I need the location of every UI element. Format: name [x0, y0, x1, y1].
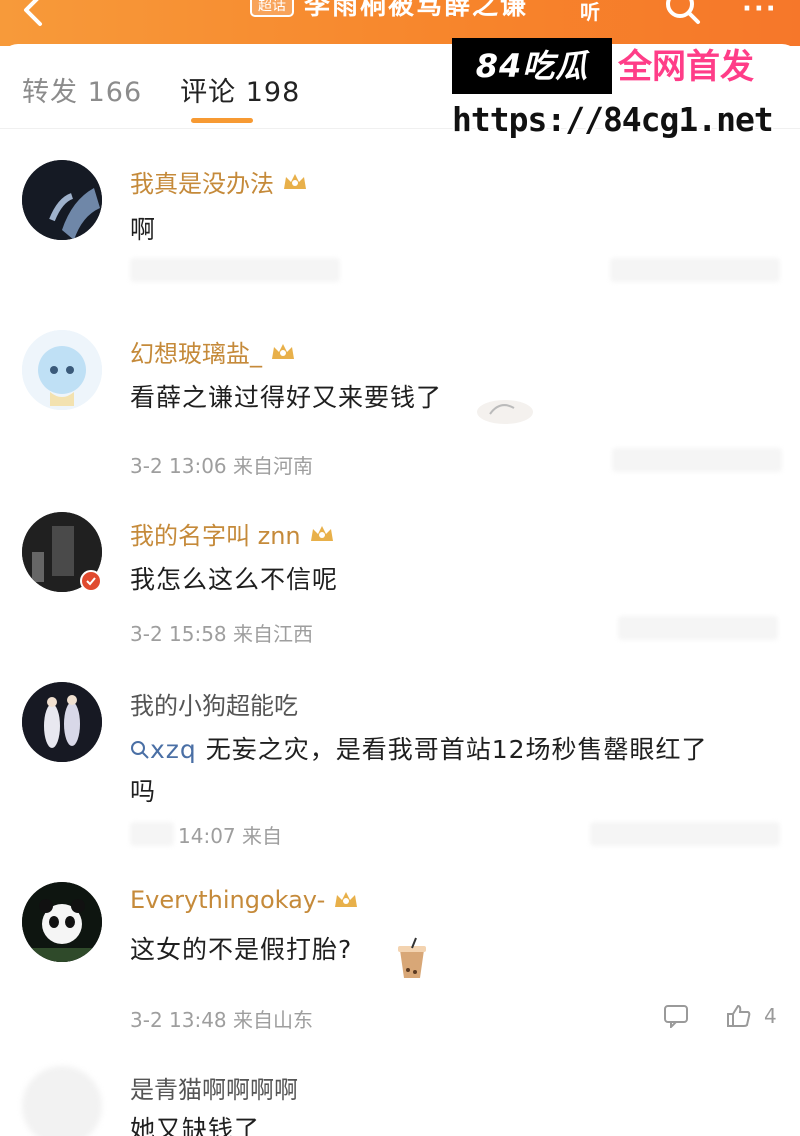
username-text: 我的小狗超能吃	[130, 692, 298, 720]
comment-meta-blurred	[130, 822, 174, 846]
watermark-url: https://84cg1.net	[452, 100, 774, 139]
verified-badge-icon	[80, 570, 102, 592]
search-link[interactable]: xzq	[130, 735, 197, 764]
comment-text: xzq 无妄之灾，是看我哥首站12场秒售罄眼红了	[130, 730, 708, 766]
nav-title[interactable]: 李雨桐被骂薛之谦	[304, 0, 528, 19]
watermark-brand: 84吃瓜	[452, 38, 612, 94]
comment-item: Everythingokay- 这女的不是假打胎? 3-2 13:48 来自山东…	[0, 872, 800, 1042]
tab-reposts[interactable]: 转发 166	[22, 70, 142, 109]
avatar[interactable]	[22, 1066, 102, 1136]
like-count: 4	[764, 1004, 777, 1028]
topic-badge: 超话	[250, 0, 294, 17]
avatar[interactable]	[22, 882, 102, 962]
chevron-left-icon	[24, 0, 42, 26]
nav-title-wrap: 超话 李雨桐被骂薛之谦	[250, 0, 528, 19]
comment-text: 她又缺钱了	[130, 1115, 261, 1136]
bubble-tea-sticker-icon	[398, 937, 426, 978]
username-text: 是青猫啊啊啊啊	[130, 1076, 298, 1104]
avatar-image	[22, 682, 102, 762]
comment-actions-blurred	[610, 258, 780, 282]
comment-text: 看薛之谦过得好又来要钱了	[130, 383, 443, 412]
comment-meta-blurred	[130, 258, 340, 282]
tab-comments[interactable]: 评论 198	[180, 70, 300, 109]
comment-username[interactable]: Everythingokay-	[130, 886, 359, 914]
more-button[interactable]: ···	[742, 0, 778, 24]
comment-username[interactable]: 我真是没办法	[130, 164, 308, 199]
username-text: 幻想玻璃盐_	[130, 340, 262, 368]
search-button[interactable]	[662, 0, 702, 28]
crown-icon	[310, 525, 333, 541]
active-tab-indicator	[191, 118, 253, 123]
reply-icon[interactable]	[663, 1004, 689, 1028]
back-button[interactable]	[16, 0, 56, 34]
comment-item: 幻想玻璃盐_ 看薛之谦过得好又来要钱了 3-2 13:06 来自河南	[0, 320, 800, 490]
avatar-image	[22, 160, 102, 240]
username-text: 我的名字叫 znn	[130, 522, 301, 550]
search-term: xzq	[150, 735, 197, 764]
comment-actions-blurred	[590, 822, 780, 846]
comment-text: 啊	[130, 215, 157, 244]
avatar[interactable]	[22, 682, 102, 762]
search-icon	[666, 0, 700, 24]
comment-username[interactable]: 我的名字叫 znn	[130, 516, 335, 551]
emoji-sticker-icon	[477, 400, 533, 424]
tab-bar: 转发 166 评论 198	[22, 70, 300, 109]
comment-text: 这女的不是假打胎?	[130, 935, 353, 964]
search-icon	[131, 741, 149, 759]
comment-actions-blurred	[618, 616, 778, 640]
top-nav-bar: 超话 李雨桐被骂薛之谦 听 ···	[0, 0, 800, 46]
comment-item: 是青猫啊啊啊啊 她又缺钱了	[0, 1056, 800, 1136]
crown-icon	[272, 343, 294, 359]
comment-text-line2: 吗	[130, 777, 157, 806]
comment-meta: 3-2 13:48 来自山东	[130, 1008, 314, 1032]
avatar[interactable]	[22, 160, 102, 240]
comment-meta: 3-2 15:58 来自江西	[130, 622, 314, 646]
comment-username[interactable]: 我的小狗超能吃	[130, 686, 298, 721]
comment-username[interactable]: 幻想玻璃盐_	[130, 334, 296, 369]
comment-meta: 3-2 13:06 来自河南	[130, 454, 314, 478]
comment-actions-blurred	[612, 448, 782, 472]
username-text: 我真是没办法	[130, 170, 274, 198]
username-text: Everythingokay-	[130, 886, 326, 914]
comment-item: 我的小狗超能吃 xzq 无妄之灾，是看我哥首站12场秒售罄眼红了 吗 14:07…	[0, 672, 800, 872]
comment-item: 我的名字叫 znn 我怎么这么不信呢 3-2 15:58 来自江西	[0, 502, 800, 662]
like-icon[interactable]	[726, 1004, 752, 1028]
listen-button[interactable]: 听	[580, 0, 600, 25]
crown-icon	[284, 173, 306, 189]
avatar[interactable]	[22, 330, 102, 410]
avatar-image	[22, 882, 102, 962]
comment-username[interactable]: 是青猫啊啊啊啊	[130, 1070, 298, 1105]
avatar-image	[22, 330, 102, 410]
crown-icon	[335, 892, 358, 907]
comment-text-body: 无妄之灾，是看我哥首站12场秒售罄眼红了	[196, 735, 708, 764]
watermark-slogan: 全网首发	[618, 47, 754, 87]
comment-text: 我怎么这么不信呢	[130, 565, 339, 594]
comment-item: 我真是没办法 啊	[0, 150, 800, 310]
comment-meta: 14:07 来自	[178, 824, 282, 848]
